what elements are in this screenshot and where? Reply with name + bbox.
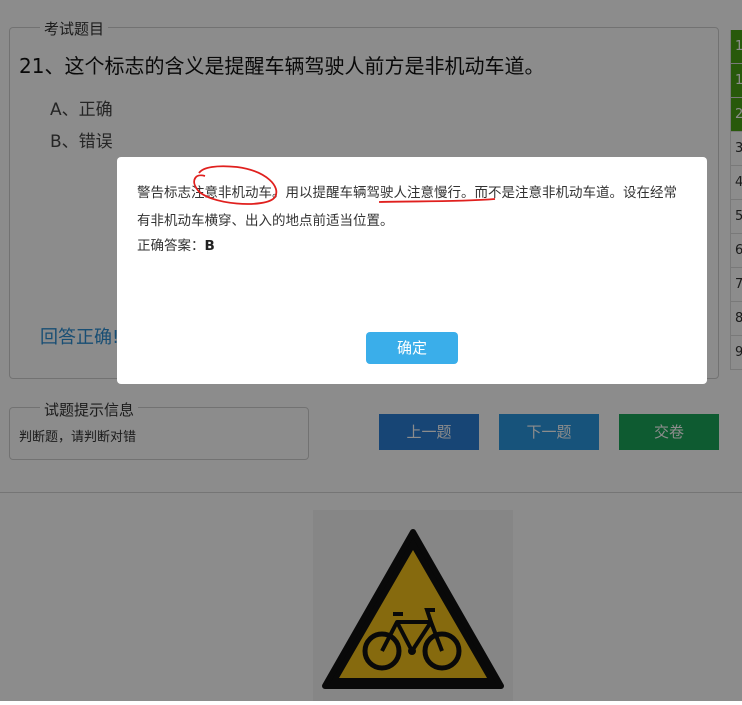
explanation-modal: 警告标志注意非机动车。用以提醒车辆驾驶人注意慢行。而不是注意非机动车道。设在经常…: [117, 157, 707, 384]
handwritten-annotation-marks: [193, 165, 496, 205]
